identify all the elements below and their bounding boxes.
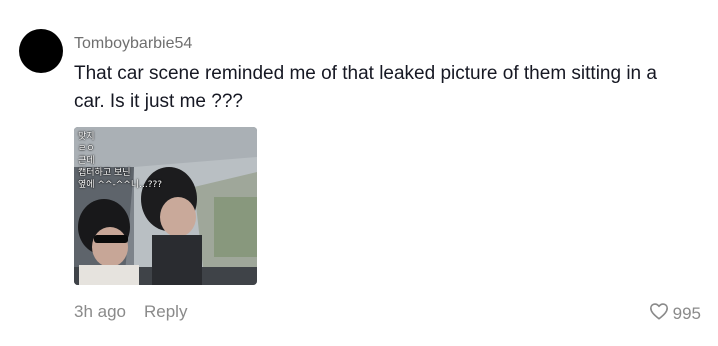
comment-meta: 3h ago Reply bbox=[74, 302, 187, 322]
comment-attached-image[interactable]: 맞지 ㄹㅇ 근데 캡터하고 보닌 옆에 ^^-^^니...??? bbox=[74, 127, 257, 285]
overlay-line: ㄹㅇ bbox=[78, 144, 95, 154]
overlay-line: 맞지 bbox=[78, 132, 95, 142]
like-count: 995 bbox=[672, 303, 701, 323]
overlay-line: 캡터하고 보닌 bbox=[78, 168, 131, 178]
comment-timestamp: 3h ago bbox=[74, 302, 126, 321]
like-button[interactable]: 995 bbox=[649, 302, 701, 325]
avatar[interactable] bbox=[19, 29, 63, 73]
reply-button[interactable]: Reply bbox=[144, 302, 187, 322]
image-overlay-text: 맞지 ㄹㅇ 근데 캡터하고 보닌 옆에 ^^-^^니...??? bbox=[78, 131, 162, 191]
comment-text: That car scene reminded me of that leake… bbox=[74, 63, 657, 112]
overlay-line: 옆에 ^^-^^니...??? bbox=[78, 180, 163, 190]
overlay-line: 근데 bbox=[78, 156, 95, 166]
comment-username[interactable]: Tomboybarbie54 bbox=[74, 35, 192, 53]
heart-outline-icon bbox=[649, 302, 669, 325]
